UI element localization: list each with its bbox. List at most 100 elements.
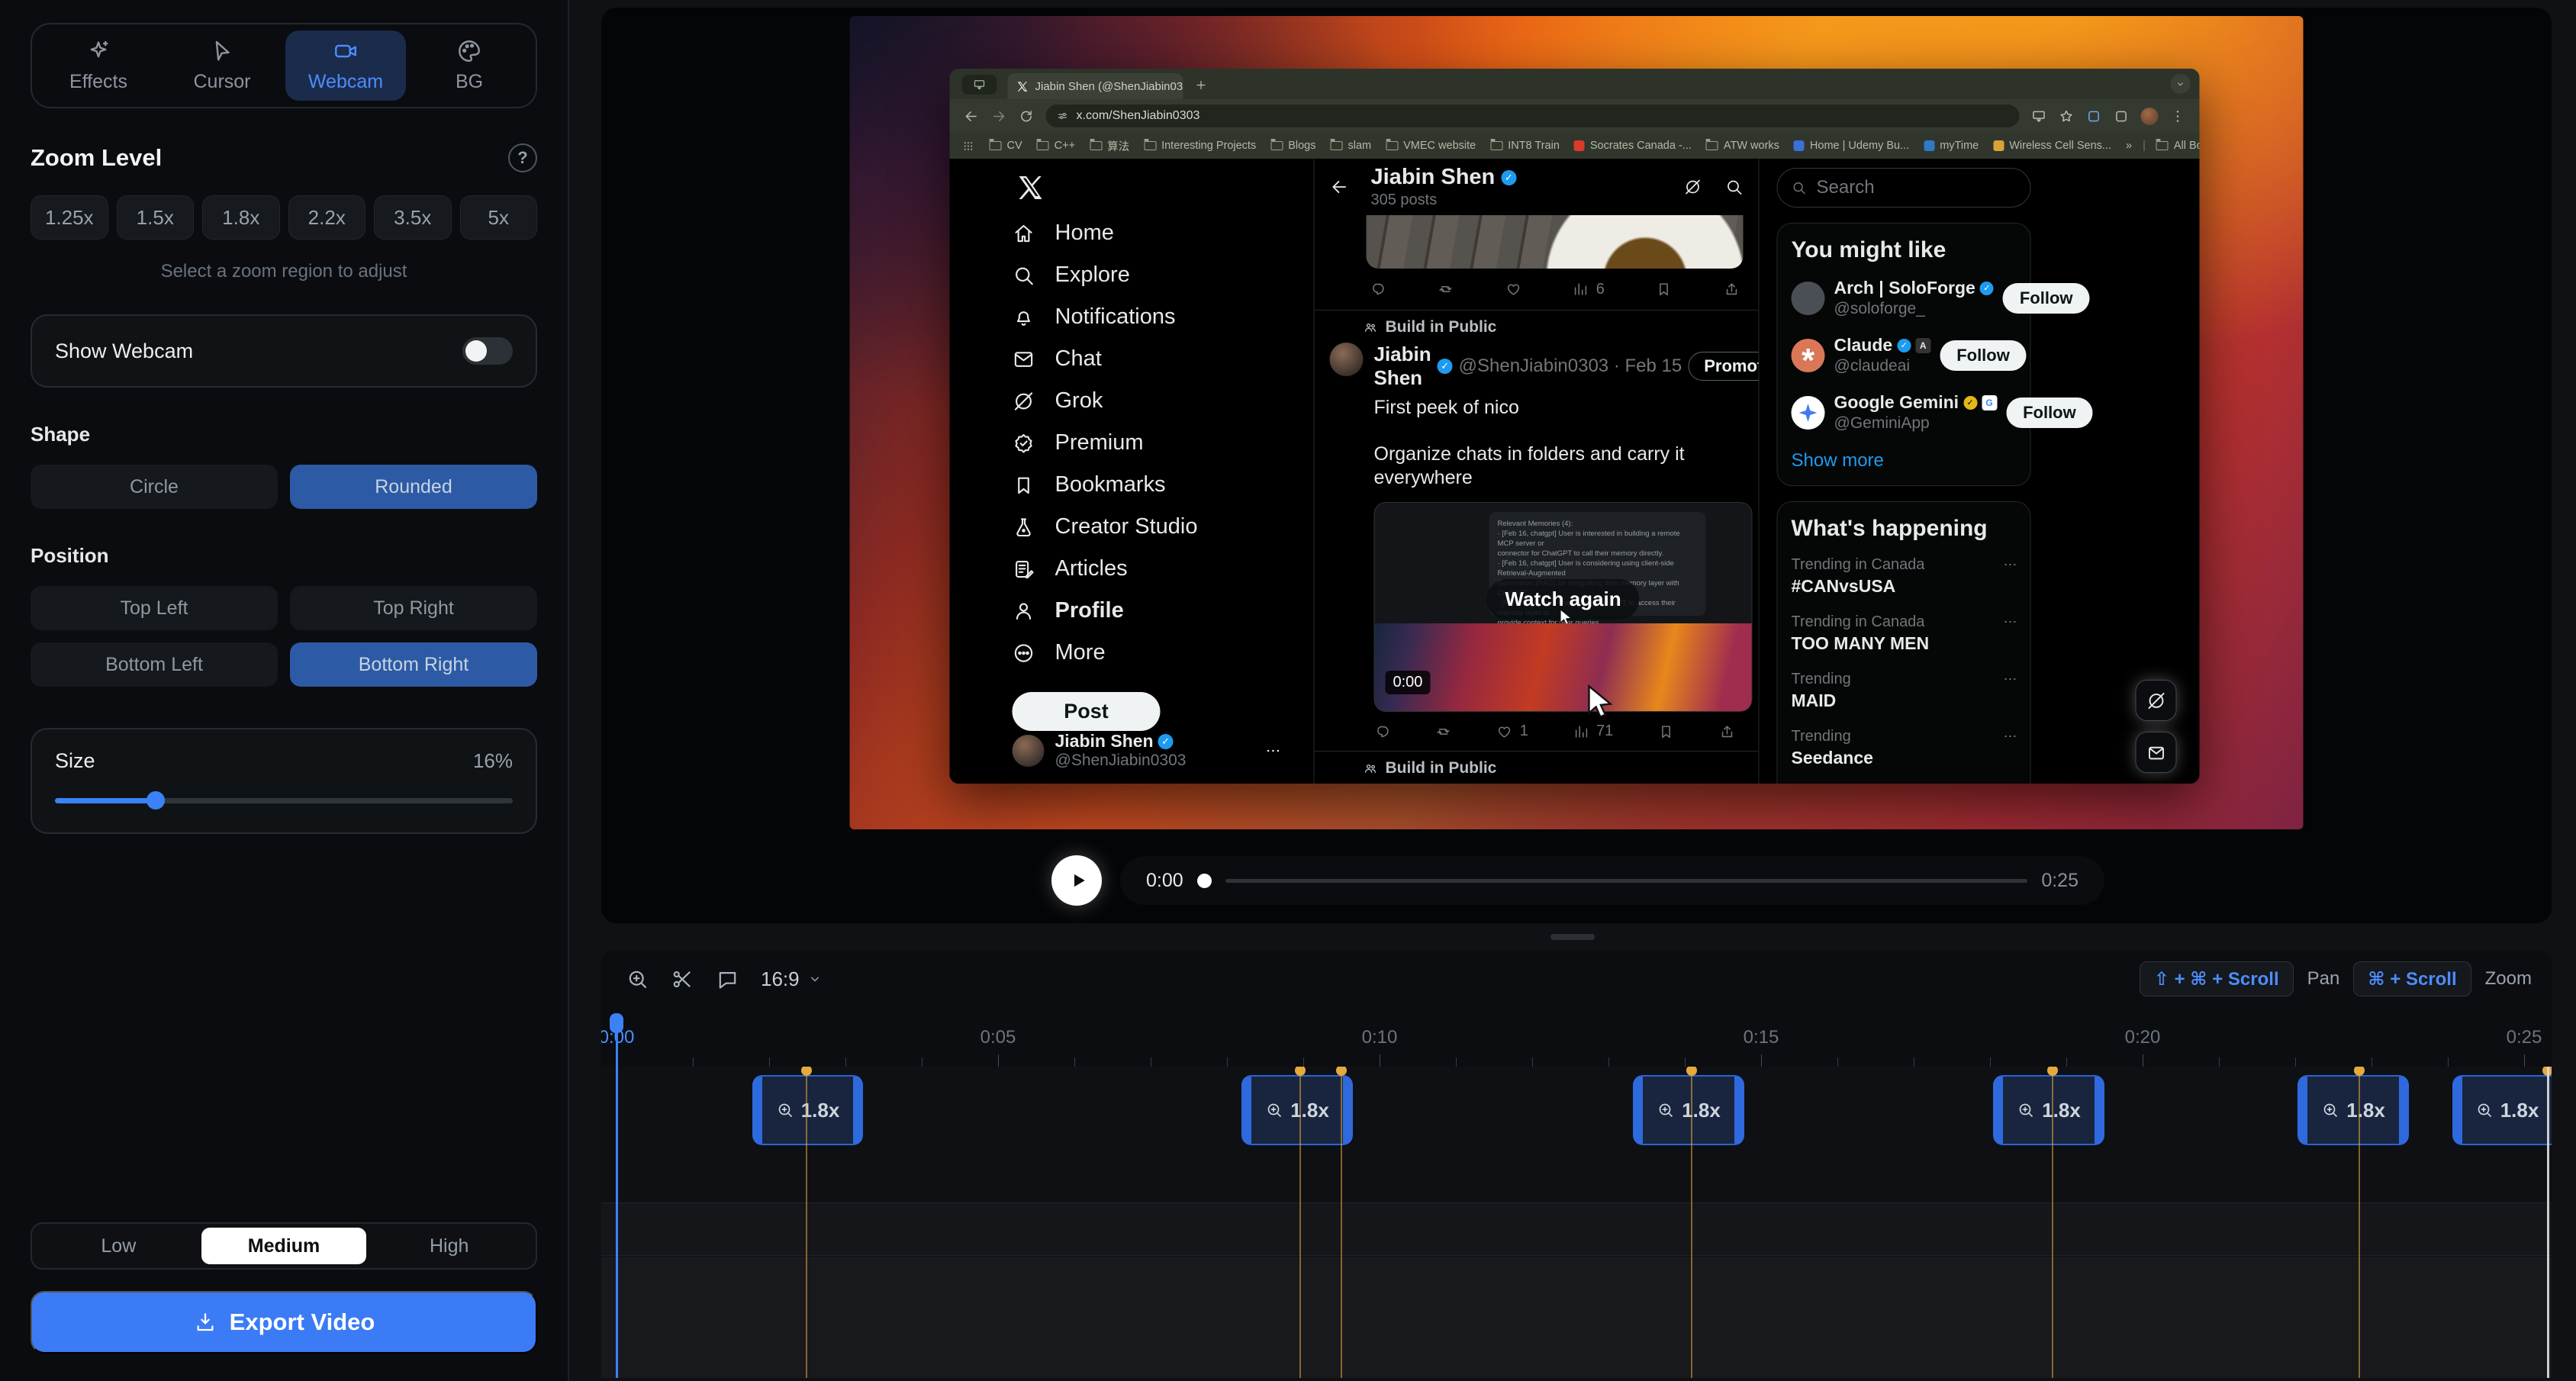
position-option[interactable]: Top Right: [290, 586, 537, 630]
community-label[interactable]: Build in Public: [1330, 318, 1744, 336]
search-icon[interactable]: [1725, 178, 1744, 196]
keyframe-marker[interactable]: [806, 1070, 807, 1378]
mode-tab[interactable]: Effects: [38, 31, 159, 101]
reply-action[interactable]: [1370, 281, 1386, 298]
bookmark-item[interactable]: Interesting Projects: [1144, 140, 1256, 152]
playhead-line[interactable]: [616, 1024, 618, 1378]
grok-icon[interactable]: [1684, 178, 1702, 196]
zoom-level-button[interactable]: 5x: [460, 195, 538, 240]
zoom-segment[interactable]: 1.8x: [752, 1075, 863, 1145]
quality-option[interactable]: Medium: [201, 1228, 367, 1264]
new-tab-button[interactable]: [1190, 73, 1212, 96]
zoom-segment[interactable]: 1.8x: [1993, 1075, 2104, 1145]
repost-action[interactable]: [1437, 281, 1454, 298]
add-zoom-icon[interactable]: [626, 967, 649, 991]
show-more-link[interactable]: Show more: [1778, 777, 2030, 784]
zoom-level-button[interactable]: 1.8x: [202, 195, 280, 240]
bookmarks-overflow-chevron[interactable]: »: [2126, 140, 2132, 152]
trend-more-icon[interactable]: [2003, 671, 2018, 687]
x-nav-item[interactable]: Home: [1013, 212, 1314, 254]
bookmark-action[interactable]: [1657, 723, 1674, 740]
cut-icon[interactable]: [671, 967, 694, 991]
zoom-level-button[interactable]: 1.5x: [117, 195, 195, 240]
share-action[interactable]: [1723, 281, 1740, 298]
x-search-input[interactable]: Search: [1777, 168, 2031, 208]
like-action[interactable]: [1505, 281, 1521, 298]
trend-more-icon[interactable]: [2003, 557, 2018, 572]
bookmark-star-icon[interactable]: [2059, 108, 2075, 124]
bookmark-item[interactable]: Socrates Canada -...: [1574, 140, 1692, 152]
x-nav-item[interactable]: Chat: [1013, 338, 1314, 380]
slider-thumb[interactable]: [147, 791, 165, 810]
promote-button[interactable]: Promote: [1688, 352, 1759, 381]
community-label[interactable]: Build in Public: [1330, 759, 1744, 777]
mode-tab[interactable]: Webcam: [285, 31, 406, 101]
bookmark-item[interactable]: myTime: [1924, 140, 1979, 152]
keyframe-marker[interactable]: [2359, 1070, 2360, 1378]
size-slider[interactable]: [55, 791, 513, 810]
extension-icon-blue[interactable]: [2086, 108, 2102, 124]
bookmark-item[interactable]: Home | Udemy Bu...: [1794, 140, 1909, 152]
player-scrubber[interactable]: 0:00 0:25: [1120, 856, 2104, 905]
mode-tab[interactable]: BG: [409, 31, 530, 101]
messages-floating-button[interactable]: [2136, 732, 2177, 773]
keyframe-marker[interactable]: [1341, 1070, 1342, 1378]
bookmark-item[interactable]: INT8 Train: [1490, 140, 1560, 152]
reply-action[interactable]: [1374, 723, 1391, 740]
apps-grid-icon[interactable]: [962, 140, 975, 153]
bookmark-item[interactable]: slam: [1330, 140, 1371, 152]
panel-resize-handle[interactable]: [1550, 934, 1595, 940]
tweet-video[interactable]: Relevant Memories (4):· [Feb 16, chatgpt…: [1374, 502, 1753, 712]
help-icon[interactable]: ?: [508, 143, 537, 172]
address-bar[interactable]: x.com/ShenJiabin0303: [1046, 105, 2020, 127]
grok-floating-button[interactable]: [2136, 680, 2177, 721]
follow-button[interactable]: Follow: [2006, 398, 2093, 428]
zoom-segment[interactable]: 1.8x: [2452, 1075, 2552, 1145]
x-logo[interactable]: [1017, 174, 1045, 201]
tab-search-icon[interactable]: [962, 75, 997, 95]
trend-item[interactable]: Trending Seedance: [1778, 719, 2030, 777]
shape-option[interactable]: Rounded: [290, 465, 537, 509]
repost-action[interactable]: [1435, 723, 1452, 740]
site-info-icon[interactable]: [1057, 110, 1069, 122]
tweet[interactable]: Build in Public Jiabin Shen ✓ @ShenJiabi…: [1315, 311, 1759, 751]
keyframe-marker[interactable]: [1299, 1070, 1301, 1378]
position-option[interactable]: Top Left: [31, 586, 278, 630]
zoom-level-button[interactable]: 3.5x: [374, 195, 452, 240]
account-switcher[interactable]: Jiabin Shen✓ @ShenJiabin0303: [1013, 731, 1314, 770]
browser-back-icon[interactable]: [964, 108, 980, 124]
follow-suggestion-row[interactable]: Arch | SoloForge ✓ @soloforge_ Follow: [1778, 269, 2030, 327]
zoom-segment[interactable]: 1.8x: [2297, 1075, 2409, 1145]
zoom-segment[interactable]: 1.8x: [1241, 1075, 1353, 1145]
scrubber-track[interactable]: [1225, 879, 2028, 883]
show-webcam-toggle[interactable]: [462, 337, 513, 365]
follow-suggestion-row[interactable]: * Claude ✓ A @claudeai: [1778, 327, 2030, 384]
bookmark-item[interactable]: C++: [1037, 140, 1075, 152]
timeline-ruler[interactable]: 0:000:050:100:150:200:25: [601, 1007, 2552, 1067]
bookmark-item[interactable]: ATW works: [1706, 140, 1779, 152]
bookmark-action[interactable]: [1656, 281, 1673, 298]
x-nav-item[interactable]: Articles: [1013, 548, 1314, 590]
show-more-link[interactable]: Show more: [1778, 441, 2030, 485]
x-nav-item[interactable]: Premium: [1013, 422, 1314, 464]
quality-option[interactable]: High: [366, 1228, 532, 1264]
x-nav-item[interactable]: Explore: [1013, 254, 1314, 296]
trend-item[interactable]: Trending in Canada #CANvsUSA: [1778, 548, 2030, 605]
post-button[interactable]: Post: [1013, 692, 1161, 731]
zoom-segment[interactable]: 1.8x: [1633, 1075, 1744, 1145]
bookmark-item[interactable]: 算法: [1090, 138, 1129, 154]
browser-tab[interactable]: Jiabin Shen (@ShenJiabin03: [1008, 73, 1183, 99]
save-page-icon[interactable]: [2031, 108, 2047, 124]
views-action[interactable]: 6: [1573, 281, 1605, 298]
position-option[interactable]: Bottom Right: [290, 642, 537, 687]
bookmark-item[interactable]: CV: [990, 140, 1022, 152]
browser-refresh-icon[interactable]: [1019, 108, 1035, 124]
like-action[interactable]: 1: [1496, 723, 1528, 740]
x-nav-item[interactable]: More: [1013, 632, 1314, 674]
tab-list-chevron[interactable]: [2171, 74, 2191, 94]
trend-more-icon[interactable]: [2003, 614, 2018, 629]
follow-button[interactable]: Follow: [2003, 283, 2090, 314]
x-nav-item[interactable]: Profile: [1013, 590, 1314, 632]
x-nav-item[interactable]: Grok: [1013, 380, 1314, 422]
browser-profile-avatar[interactable]: [2141, 108, 2159, 125]
